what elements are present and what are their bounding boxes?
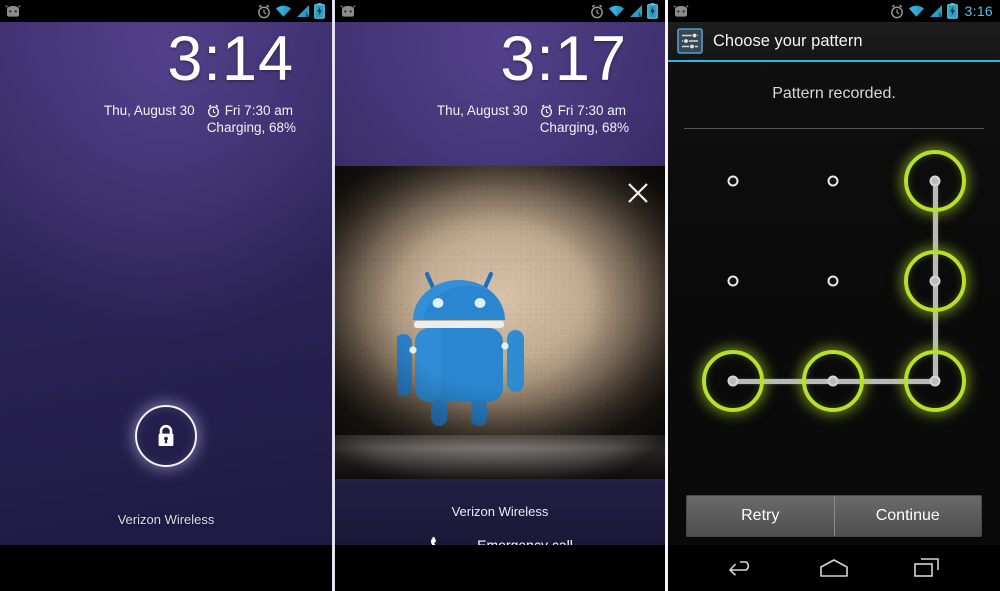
pattern-dot[interactable] (827, 375, 839, 387)
clock-meta: Thu, August 30 Fri 7:30 am Charging, 68% (0, 103, 332, 135)
pattern-dot[interactable] (827, 275, 839, 287)
pattern-dot[interactable] (827, 175, 839, 187)
alarm-clock-icon (207, 104, 220, 118)
home-icon[interactable] (811, 548, 857, 588)
clock-meta: Thu, August 30 Fri 7:30 am Charging, 68% (335, 103, 665, 135)
android-head-icon (672, 4, 690, 18)
battery-status-label: Charging, 68% (539, 120, 629, 135)
clock-date: Thu, August 30 (436, 103, 528, 118)
status-bar-clock: 3:16 (964, 3, 993, 19)
navigation-bar-empty (335, 545, 665, 591)
divider (684, 128, 984, 129)
alarm-time-label: Fri 7:30 am (557, 103, 626, 118)
android-head-icon (4, 4, 22, 18)
pattern-dot[interactable] (727, 375, 739, 387)
clock-colon: : (203, 24, 222, 94)
padlock-icon (153, 422, 179, 450)
page-title: Choose your pattern (713, 31, 863, 50)
alarm-clock-icon (590, 4, 604, 19)
lockscreen-clock-widget: 3:14 Thu, August 30 Fri 7:30 am Charging… (0, 28, 332, 136)
pattern-action-buttons: Retry Continue (686, 495, 982, 537)
clock-hour: 3 (500, 24, 537, 94)
photo-vignette (335, 166, 665, 479)
pattern-status-message: Pattern recorded. (772, 85, 896, 102)
status-bar (335, 0, 665, 22)
signal-bars-icon (929, 4, 943, 18)
status-bar (0, 0, 332, 22)
clock-time: 3:14 (0, 28, 332, 91)
clock-time: 3:17 (335, 28, 665, 91)
alarm-time-label: Fri 7:30 am (224, 103, 293, 118)
pattern-dot[interactable] (727, 275, 739, 287)
navigation-bar-empty (0, 545, 332, 591)
signal-bars-icon (296, 4, 310, 18)
retry-button[interactable]: Retry (687, 496, 834, 536)
clock-date: Thu, August 30 (103, 103, 195, 118)
back-icon[interactable] (718, 548, 764, 588)
battery-status-label: Charging, 68% (206, 120, 296, 135)
carrier-label: Verizon Wireless (451, 504, 549, 519)
panel-lockscreen-clock: 3:14 Thu, August 30 Fri 7:30 am Charging… (0, 0, 332, 591)
next-alarm: Fri 7:30 am (540, 103, 629, 118)
alarm-clock-icon (540, 104, 553, 118)
wifi-icon (608, 4, 625, 18)
clock-minute: 14 (221, 24, 294, 94)
wifi-icon (275, 4, 292, 18)
battery-charging-icon (946, 3, 958, 19)
panel-lockscreen-camera: 3:17 Thu, August 30 Fri 7:30 am Charging… (335, 0, 665, 591)
battery-charging-icon (647, 3, 658, 19)
signal-bars-icon (629, 4, 643, 18)
pattern-dot[interactable] (929, 275, 941, 287)
next-alarm: Fri 7:30 am (207, 103, 296, 118)
status-bar: 3:16 (668, 0, 1000, 22)
screenshot-root: 3:14 Thu, August 30 Fri 7:30 am Charging… (0, 0, 1000, 591)
close-icon[interactable] (623, 178, 653, 208)
panel-choose-pattern: 3:16 Choose your pattern Pattern recorde… (668, 0, 1000, 591)
unlock-handle[interactable] (135, 405, 197, 467)
battery-charging-icon (314, 3, 325, 19)
camera-photo-widget[interactable] (335, 166, 665, 479)
recents-icon[interactable] (904, 548, 950, 588)
clock-minute: 17 (554, 24, 627, 94)
alarm-clock-icon (257, 4, 271, 19)
wifi-icon (908, 4, 925, 18)
continue-button[interactable]: Continue (833, 496, 982, 536)
clock-hour: 3 (167, 24, 204, 94)
lockscreen-clock-widget: 3:17 Thu, August 30 Fri 7:30 am Charging… (335, 28, 665, 136)
clock-colon: : (536, 24, 555, 94)
action-bar: Choose your pattern (668, 22, 1000, 62)
pattern-dot[interactable] (929, 375, 941, 387)
alarm-clock-icon (890, 4, 904, 19)
pattern-dot[interactable] (727, 175, 739, 187)
pattern-lock-grid[interactable] (668, 140, 1000, 440)
settings-sliders-icon[interactable] (677, 28, 703, 54)
android-head-icon (339, 4, 357, 18)
carrier-label: Verizon Wireless (117, 512, 215, 527)
pattern-dot[interactable] (929, 175, 941, 187)
navigation-bar (668, 545, 1000, 591)
